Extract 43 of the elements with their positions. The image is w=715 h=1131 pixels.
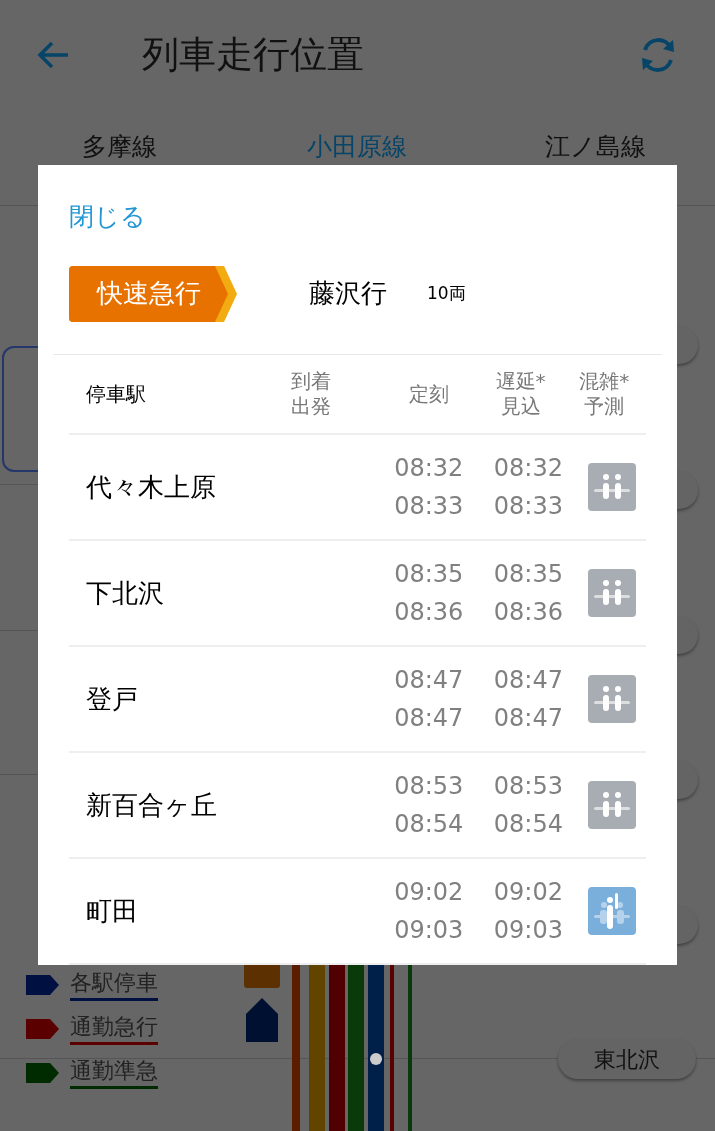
station-name: 下北沢 xyxy=(85,576,165,610)
column-header: 到着出発 xyxy=(291,369,333,419)
scheduled-time: 08:54 xyxy=(394,809,464,840)
expected-time: 08:35 xyxy=(493,559,563,590)
expected-time: 08:33 xyxy=(493,491,563,522)
expected-time: 09:03 xyxy=(493,915,563,946)
scheduled-time: 08:32 xyxy=(394,453,464,484)
scheduled-time: 08:47 xyxy=(394,703,464,734)
station-pill[interactable]: 東北沢 xyxy=(558,1039,696,1079)
scheduled-time: 08:35 xyxy=(394,559,464,590)
column-header: 混雑* 予測 xyxy=(578,369,631,419)
scheduled-time: 08:53 xyxy=(394,771,464,802)
destination: 藤沢行 xyxy=(309,277,387,310)
station-name: 新百合ヶ丘 xyxy=(85,788,218,822)
station-name: 町田 xyxy=(85,894,139,928)
expected-time: 08:54 xyxy=(493,809,563,840)
legend-link[interactable]: 通勤準急 xyxy=(70,1056,158,1089)
scheduled-time: 08:36 xyxy=(394,597,464,628)
scheduled-time: 08:33 xyxy=(394,491,464,522)
line-tab[interactable]: 小田原線 xyxy=(238,132,477,162)
train-type-badge: 快速急行 xyxy=(69,265,237,322)
expected-time: 08:36 xyxy=(493,597,563,628)
expected-time: 08:47 xyxy=(493,665,563,696)
scheduled-time: 08:47 xyxy=(394,665,464,696)
close-link[interactable]: 閉じる xyxy=(69,198,146,236)
station-name: 代々木上原 xyxy=(85,470,217,504)
legend-link[interactable]: 各駅停車 xyxy=(70,968,158,1001)
column-header: 定刻 xyxy=(407,381,450,407)
legend-link[interactable]: 通勤急行 xyxy=(70,1012,158,1045)
expected-time: 08:47 xyxy=(493,703,563,734)
screen-title: 列車走行位置 xyxy=(142,32,364,79)
line-tab[interactable]: 江ノ島線 xyxy=(476,132,715,162)
back-arrow-icon[interactable] xyxy=(36,40,70,70)
scheduled-time: 09:03 xyxy=(394,915,464,946)
expected-time: 08:32 xyxy=(493,453,563,484)
scheduled-time: 09:02 xyxy=(394,877,464,908)
column-header: 遅延* 見込 xyxy=(494,369,547,419)
station-name: 登戸 xyxy=(85,682,139,716)
line-tab[interactable]: 多摩線 xyxy=(0,132,239,162)
car-count: 10両 xyxy=(427,281,466,305)
column-header: 停車駅 xyxy=(85,381,147,407)
expected-time: 09:02 xyxy=(493,877,563,908)
expected-time: 08:53 xyxy=(493,771,563,802)
